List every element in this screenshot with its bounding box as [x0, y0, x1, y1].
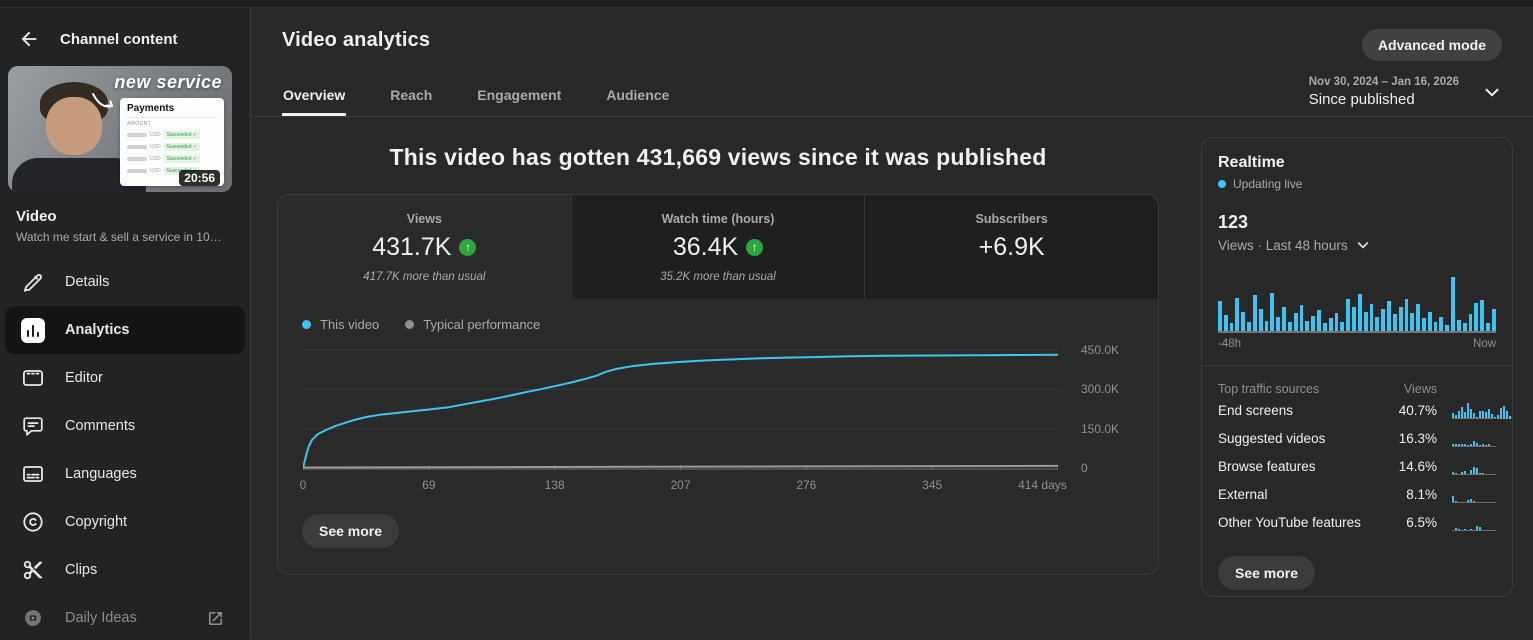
sidebar-item-clips[interactable]: Clips	[0, 546, 250, 594]
x-axis-labels: 0 69 138 207 276 345 414 days	[299, 478, 1067, 492]
traffic-table-header: Top traffic sources Views	[1218, 382, 1437, 396]
metric-tabs: Views 431.7K ↑ 417.7K more than usual Wa…	[278, 195, 1158, 299]
thumbnail-arrow-icon	[92, 93, 113, 108]
views-headline: This video has gotten 431,669 views sinc…	[389, 144, 1047, 170]
sidebar-item-label: Languages	[65, 466, 137, 482]
metric-card-views[interactable]: Views 431.7K ↑ 417.7K more than usual	[278, 195, 571, 299]
sidebar-item-label: Daily Ideas	[65, 610, 137, 626]
traffic-row-end-screens[interactable]: End screens 40.7%	[1218, 396, 1511, 424]
legend-dot-icon	[405, 320, 415, 329]
metric-card-subscribers[interactable]: Subscribers +6.9K	[864, 195, 1158, 299]
realtime-views-count: 123	[1218, 212, 1249, 232]
sidebar-item-label: Clips	[65, 562, 98, 578]
tab-engagement[interactable]: Engagement	[476, 77, 562, 116]
external-link-icon	[207, 610, 224, 627]
sidebar-item-label: Details	[65, 274, 110, 290]
pencil-icon	[21, 270, 45, 294]
tab-overview[interactable]: Overview	[282, 77, 347, 116]
payments-card-column: AMOUNT	[127, 121, 152, 127]
scissors-icon	[21, 558, 45, 582]
tab-audience[interactable]: Audience	[605, 77, 670, 116]
legend-dot-icon	[302, 320, 311, 329]
sidebar-item-daily-ideas[interactable]: Daily Ideas	[0, 594, 250, 639]
date-range-text: Nov 30, 2024 – Jan 16, 2026	[1308, 76, 1459, 88]
sidebar: Channel content new service Payments AMO…	[0, 8, 251, 639]
sidebar-item-label: Editor	[65, 370, 103, 386]
metric-delta	[873, 271, 1150, 285]
video-type-label: Video	[16, 208, 57, 225]
see-more-button[interactable]: See more	[302, 514, 400, 548]
traffic-sparkline	[1452, 430, 1496, 447]
window-top-strip	[0, 0, 1533, 8]
metric-label: Subscribers	[975, 212, 1048, 226]
legend-this-video: This video	[302, 317, 379, 332]
trend-up-icon: ↑	[459, 239, 477, 256]
tab-reach[interactable]: Reach	[389, 77, 433, 116]
sidebar-title: Channel content	[60, 30, 178, 48]
arrow-back-icon	[21, 31, 37, 47]
chart-legend: This video Typical performance	[278, 299, 1158, 342]
video-thumbnail[interactable]: new service Payments AMOUNT USD Succeeded…	[8, 66, 232, 192]
metric-delta: 417.7K more than usual	[363, 271, 486, 283]
metric-value: +6.9K	[978, 233, 1045, 261]
sidebar-nav: Details Analytics Editor Comments Langua…	[0, 258, 250, 639]
date-mode-text: Since published	[1308, 91, 1415, 108]
sidebar-item-details[interactable]: Details	[0, 258, 250, 306]
y-axis-labels: 450.0K 300.0K 150.0K 0	[1081, 343, 1120, 475]
traffic-sparkline	[1452, 514, 1496, 531]
realtime-metric-selector[interactable]: Views · Last 48 hours	[1218, 237, 1496, 253]
thumbnail-overlay-title: new service	[114, 72, 222, 92]
sidebar-item-label: Comments	[65, 418, 136, 434]
metric-card-watch-time[interactable]: Watch time (hours) 36.4K ↑ 35.2K more th…	[570, 195, 865, 299]
traffic-row-suggested-videos[interactable]: Suggested videos 16.3%	[1218, 424, 1496, 452]
video-duration-badge: 20:56	[179, 170, 220, 186]
sidebar-item-comments[interactable]: Comments	[0, 402, 250, 450]
traffic-sparkline	[1452, 458, 1496, 475]
sidebar-item-editor[interactable]: Editor	[0, 354, 250, 402]
comments-icon	[21, 414, 45, 438]
realtime-axis-labels: -48h Now	[1218, 338, 1496, 350]
overview-chart-card: Views 431.7K ↑ 417.7K more than usual Wa…	[277, 194, 1159, 575]
sidebar-item-copyright[interactable]: Copyright	[0, 498, 250, 546]
analytics-icon	[21, 317, 45, 343]
metric-value: 431.7K	[372, 233, 452, 261]
traffic-row-browse-features[interactable]: Browse features 14.6%	[1218, 452, 1496, 480]
sidebar-item-languages[interactable]: Languages	[0, 450, 250, 498]
editor-icon	[21, 366, 45, 390]
analytics-tabs: Overview Reach Engagement Audience Nov 3…	[251, 76, 1533, 117]
date-range-picker[interactable]: Nov 30, 2024 – Jan 16, 2026 Since publis…	[1309, 76, 1503, 108]
sidebar-item-label: Analytics	[65, 322, 130, 338]
payments-card-title: Payments	[127, 103, 217, 118]
daily-ideas-icon	[21, 606, 45, 630]
back-button[interactable]	[18, 28, 40, 50]
traffic-row-external[interactable]: External 8.1%	[1218, 480, 1496, 508]
chevron-down-icon	[1485, 88, 1499, 97]
divider	[1202, 365, 1512, 366]
video-title: Watch me start & sell a service in 10…	[16, 230, 222, 244]
metric-delta: 35.2K more than usual	[660, 271, 776, 283]
realtime-bar-chart[interactable]	[1218, 277, 1496, 333]
traffic-sparkline	[1452, 402, 1511, 419]
views-line-chart[interactable]	[303, 342, 1058, 470]
copyright-icon	[21, 510, 45, 534]
metric-value: 36.4K	[672, 233, 739, 261]
languages-icon	[21, 462, 45, 486]
realtime-panel: Realtime Updating live 123 Views · Last …	[1201, 137, 1513, 597]
realtime-title: Realtime	[1218, 154, 1285, 171]
metric-label: Views	[406, 212, 442, 226]
realtime-see-more-button[interactable]: See more	[1218, 556, 1316, 590]
sidebar-item-label: Copyright	[65, 514, 128, 530]
trend-up-icon: ↑	[746, 239, 764, 256]
legend-typical-performance: Typical performance	[405, 317, 540, 332]
chevron-down-icon	[1357, 242, 1368, 249]
advanced-mode-button[interactable]: Advanced mode	[1361, 29, 1502, 61]
main-content: Video analytics Advanced mode Overview R…	[251, 8, 1533, 639]
sidebar-item-analytics[interactable]: Analytics	[5, 306, 245, 354]
updating-live-text: Updating live	[1233, 177, 1303, 191]
live-dot-icon	[1218, 180, 1226, 188]
page-title: Video analytics	[282, 29, 431, 51]
metric-label: Watch time (hours)	[661, 212, 775, 226]
traffic-sparkline	[1452, 486, 1496, 503]
traffic-row-other-youtube-features[interactable]: Other YouTube features 6.5%	[1218, 508, 1496, 536]
